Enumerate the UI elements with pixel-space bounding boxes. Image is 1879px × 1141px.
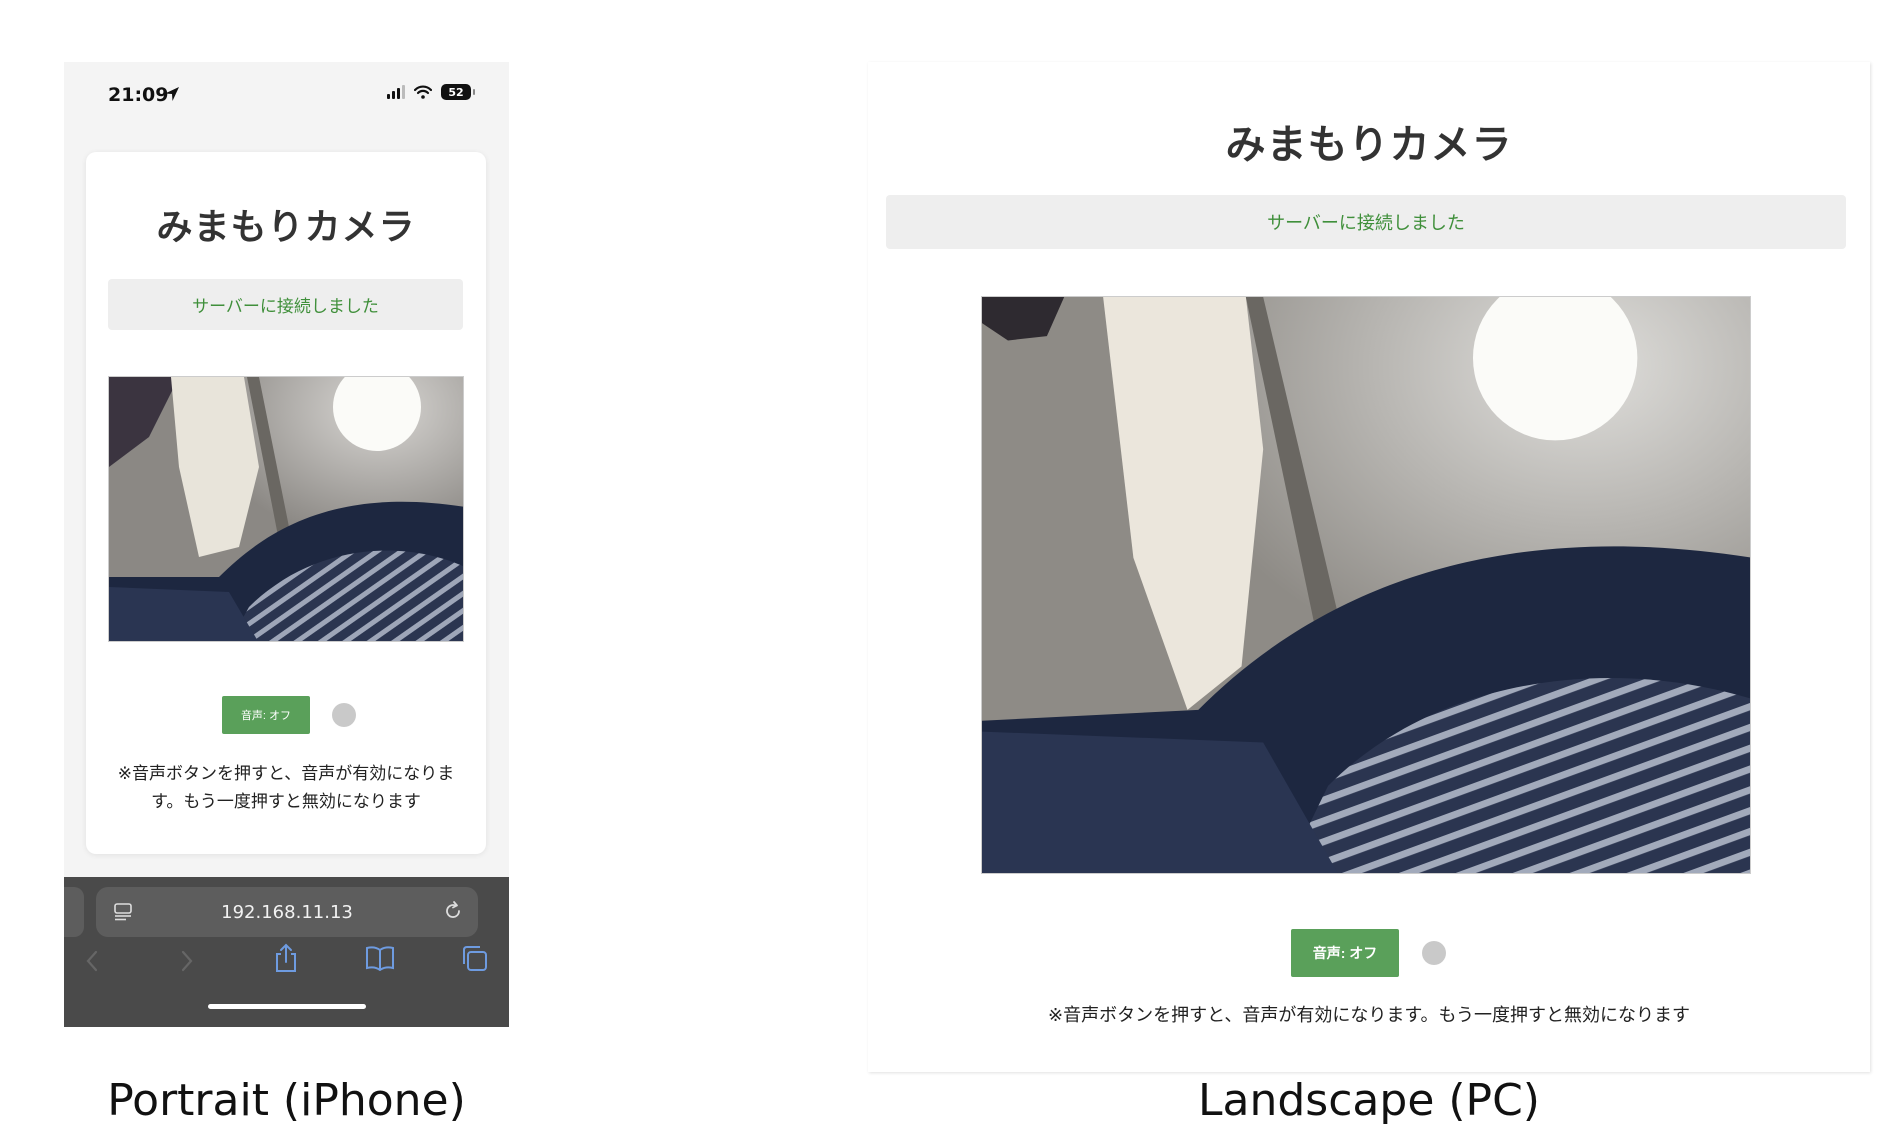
- audio-instructions: ※音声ボタンを押すと、音声が有効になります。もう一度押すと無効になります: [117, 764, 455, 812]
- audio-toggle-button[interactable]: 音声: オフ: [222, 696, 310, 734]
- battery-icon: 52: [441, 84, 475, 100]
- safari-toolbar: 192.168.11.13: [64, 877, 509, 1027]
- landscape-caption: Landscape (PC): [1198, 1075, 1540, 1126]
- pc-browser-view: みまもりカメラ サーバーに接続しました 音声: オフ ※音声ボタンを押すと、音声…: [868, 62, 1870, 1072]
- tabs-icon[interactable]: [460, 944, 488, 972]
- ios-status-bar: 21:09 52: [64, 62, 509, 132]
- location-arrow-icon: [164, 86, 180, 102]
- url-text: 192.168.11.13: [221, 901, 353, 923]
- share-icon[interactable]: [273, 943, 299, 973]
- wifi-icon: [414, 85, 432, 99]
- camera-video: [981, 296, 1751, 874]
- audio-status-indicator: [1422, 941, 1446, 965]
- audio-instructions: ※音声ボタンを押すと、音声が有効になります。もう一度押すと無効になります: [1047, 1005, 1691, 1026]
- page-title: みまもりカメラ: [1225, 122, 1513, 168]
- camera-video: [108, 376, 464, 642]
- bookmarks-icon[interactable]: [365, 945, 395, 971]
- app-card: みまもりカメラ サーバーに接続しました 音声: オフ ※音声ボタンを押すと、音声…: [86, 152, 486, 854]
- signal-icon: [387, 85, 405, 99]
- address-bar[interactable]: 192.168.11.13: [96, 887, 478, 937]
- connection-status: サーバーに接続しました: [108, 279, 463, 330]
- audio-toggle-button[interactable]: 音声: オフ: [1291, 929, 1399, 977]
- page-title: みまもりカメラ: [156, 207, 416, 248]
- home-indicator: [208, 1004, 366, 1009]
- portrait-caption: Portrait (iPhone): [107, 1075, 466, 1126]
- audio-status-indicator: [332, 703, 356, 727]
- reload-icon[interactable]: [442, 900, 464, 922]
- audio-controls: 音声: オフ: [868, 929, 1870, 977]
- iphone-screen: 21:09 52 みまもりカメラ サーバーに接続しました 音声: オフ ※音声ボ…: [64, 62, 509, 1027]
- status-time: 21:09: [108, 84, 169, 106]
- safari-nav-bar: [64, 941, 509, 981]
- audio-controls: 音声: オフ: [86, 696, 486, 734]
- forward-icon[interactable]: [179, 949, 195, 973]
- previous-tab[interactable]: [64, 887, 84, 937]
- connection-status: サーバーに接続しました: [886, 195, 1846, 249]
- back-icon[interactable]: [84, 949, 100, 973]
